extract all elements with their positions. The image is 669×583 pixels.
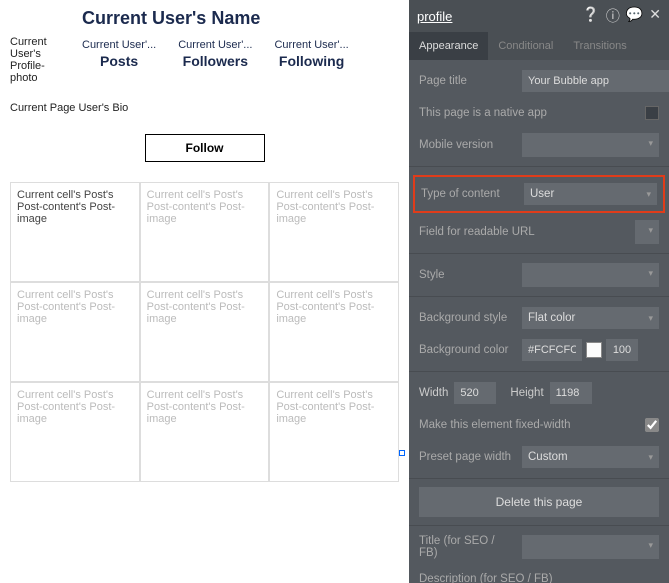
grid-cell[interactable]: Current cell's Post's Post-content's Pos… [10, 282, 140, 382]
stat-count: Current User'... [274, 39, 348, 51]
type-content-dropdown[interactable]: User ▾ [524, 183, 657, 205]
info-icon[interactable]: ⓘ [606, 6, 620, 26]
chevron-down-icon: ▾ [648, 452, 653, 463]
property-panel: profile ❔ ⓘ 💬 ✕ Appearance Conditional T… [409, 0, 669, 583]
profile-photo-placeholder[interactable]: Current User's Profile-photo [10, 8, 72, 84]
panel-title[interactable]: profile [417, 9, 452, 24]
seo-desc-label: Description (for SEO / FB) [419, 573, 659, 583]
chevron-down-icon: ▾ [648, 313, 653, 324]
page-title-label: Page title [419, 75, 514, 87]
grid-cell[interactable]: Current cell's Post's Post-content's Pos… [140, 382, 270, 482]
mobile-version-dropdown[interactable] [522, 133, 659, 157]
seo-title-label: Title (for SEO / FB) [419, 535, 514, 559]
fixed-width-checkbox[interactable] [645, 418, 659, 432]
bg-style-label: Background style [419, 312, 514, 324]
bio-text[interactable]: Current Page User's Bio [10, 102, 399, 114]
repeating-group[interactable]: Current cell's Post's Post-content's Pos… [10, 182, 399, 482]
width-label: Width [419, 387, 448, 399]
style-dropdown[interactable] [522, 263, 659, 287]
seo-title-input[interactable] [522, 535, 659, 559]
height-label: Height [510, 387, 543, 399]
delete-page-button[interactable]: Delete this page [419, 487, 659, 517]
stat-count: Current User'... [82, 39, 156, 51]
grid-cell[interactable]: Current cell's Post's Post-content's Pos… [140, 182, 270, 282]
help-icon[interactable]: ❔ [582, 6, 599, 26]
grid-cell[interactable]: Current cell's Post's Post-content's Pos… [269, 382, 399, 482]
preset-width-label: Preset page width [419, 451, 514, 463]
tab-appearance[interactable]: Appearance [409, 32, 488, 60]
stat-label: Posts [82, 53, 156, 69]
style-label: Style [419, 269, 514, 281]
grid-cell[interactable]: Current cell's Post's Post-content's Pos… [269, 282, 399, 382]
stat-count: Current User'... [178, 39, 252, 51]
bg-color-hex-input[interactable] [522, 339, 582, 361]
preset-width-dropdown[interactable]: Custom ▾ [522, 446, 659, 468]
stat-item[interactable]: Current User'... Followers [178, 39, 252, 69]
bg-style-value: Flat color [528, 312, 575, 324]
stat-label: Following [274, 53, 348, 69]
stat-label: Followers [178, 53, 252, 69]
readable-url-dropdown[interactable] [635, 220, 659, 244]
fixed-width-label: Make this element fixed-width [419, 419, 637, 431]
width-input[interactable] [454, 382, 496, 404]
bg-style-dropdown[interactable]: Flat color ▾ [522, 307, 659, 329]
native-app-toggle[interactable] [645, 106, 659, 120]
editor-canvas[interactable]: Current User's Profile-photo Current Use… [0, 0, 409, 583]
bg-color-alpha-input[interactable] [606, 339, 638, 361]
grid-cell[interactable]: Current cell's Post's Post-content's Pos… [10, 182, 140, 282]
native-app-label: This page is a native app [419, 107, 637, 119]
type-content-value: User [530, 188, 554, 200]
tab-transitions[interactable]: Transitions [563, 32, 636, 60]
grid-cell[interactable]: Current cell's Post's Post-content's Pos… [269, 182, 399, 282]
height-input[interactable] [550, 382, 592, 404]
page-title-input[interactable] [522, 70, 669, 92]
type-content-label: Type of content [421, 188, 516, 200]
close-icon[interactable]: ✕ [649, 6, 661, 26]
stat-item[interactable]: Current User'... Posts [82, 39, 156, 69]
username-text[interactable]: Current User's Name [82, 8, 399, 29]
bg-color-label: Background color [419, 344, 514, 356]
tab-conditional[interactable]: Conditional [488, 32, 563, 60]
comment-icon[interactable]: 💬 [626, 6, 643, 26]
chevron-down-icon: ▾ [646, 189, 651, 200]
stat-item[interactable]: Current User'... Following [274, 39, 348, 69]
readable-url-label: Field for readable URL [419, 226, 627, 238]
bg-color-swatch[interactable] [586, 342, 602, 358]
grid-cell[interactable]: Current cell's Post's Post-content's Pos… [10, 382, 140, 482]
highlight-annotation: Type of content User ▾ [413, 175, 665, 213]
mobile-version-label: Mobile version [419, 139, 514, 151]
follow-button[interactable]: Follow [145, 134, 265, 162]
selection-handle[interactable] [399, 450, 405, 456]
grid-cell[interactable]: Current cell's Post's Post-content's Pos… [140, 282, 270, 382]
preset-width-value: Custom [528, 451, 568, 463]
